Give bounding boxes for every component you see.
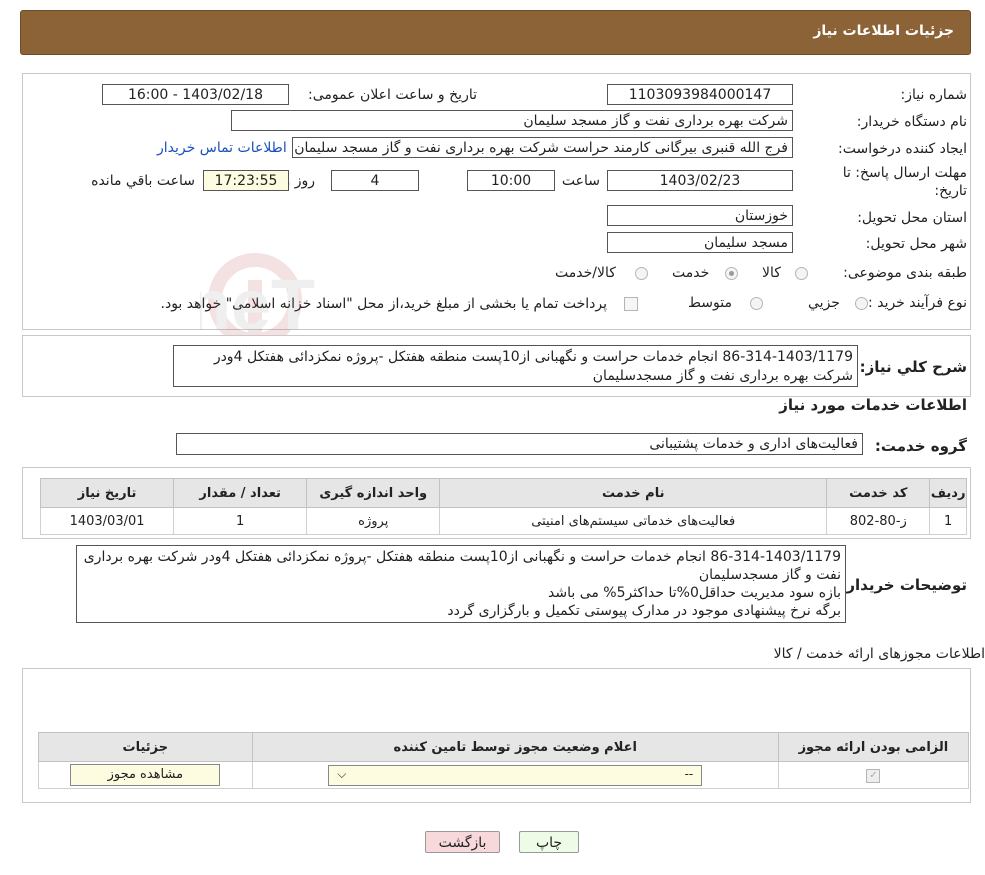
col-permit-status: اعلام وضعیت مجوز توسط تامین کننده bbox=[251, 732, 779, 762]
table-row: ✓ ⌵ -- مشاهده مجوز bbox=[38, 761, 970, 789]
cell-need-date: 1403/03/01 bbox=[39, 507, 175, 535]
buyer-notes-textarea: 86-314-1403/1179 انجام خدمات حراست و نگه… bbox=[76, 545, 846, 623]
col-quantity: تعداد / مقدار bbox=[173, 478, 308, 508]
buyer-notes-label: توضیحات خریدار: bbox=[840, 576, 967, 594]
service-group-field: فعالیت‌های اداری و خدمات پشتیبانی bbox=[176, 433, 863, 455]
buyer-notes-line-1: 86-314-1403/1179 انجام خدمات حراست و نگه… bbox=[83, 549, 841, 583]
permit-status-select[interactable]: ⌵ -- bbox=[328, 764, 703, 786]
services-table-header: ردیف کد خدمت نام خدمت واحد اندازه گیری ت… bbox=[39, 478, 967, 508]
deadline-time-field: 10:00 bbox=[467, 170, 555, 191]
need-number-field: 1103093984000147 bbox=[607, 84, 793, 105]
table-row: 1 ز-80-802 فعالیت‌های خدماتی سیستم‌های ا… bbox=[39, 507, 967, 535]
service-group-label: گروه خدمت: bbox=[874, 437, 967, 455]
permits-section-title: اطلاعات مجوزهای ارائه خدمت / کالا bbox=[773, 646, 985, 662]
purchase-type-label: نوع فرآیند خرید : bbox=[868, 295, 967, 311]
treasury-note: پرداخت تمام یا بخشی از مبلغ خرید،از محل … bbox=[160, 296, 607, 312]
cell-permit-required: ✓ bbox=[777, 761, 970, 789]
remaining-time-field: 17:23:55 bbox=[203, 170, 289, 191]
need-number-label: شماره نیاز: bbox=[900, 87, 968, 103]
col-row: ردیف bbox=[929, 478, 967, 508]
city-field: مسجد سلیمان bbox=[607, 232, 793, 253]
purchase-radio-minor[interactable] bbox=[855, 297, 868, 310]
creator-field: فرج الله قنبری بیرگانی کارمند حراست شرکت… bbox=[292, 137, 793, 158]
city-label: شهر محل تحویل: bbox=[865, 236, 967, 252]
cell-service-name: فعالیت‌های خدماتی سیستم‌های امنیتی bbox=[439, 507, 828, 535]
buyer-contact-link[interactable]: اطلاعات تماس خریدار bbox=[157, 140, 287, 156]
days-remaining-field: 4 bbox=[331, 170, 419, 191]
col-unit: واحد اندازه گیری bbox=[306, 478, 441, 508]
buyer-org-field: شرکت بهره برداری نفت و گاز مسجد سلیمان bbox=[231, 110, 793, 131]
category-radio-goods[interactable] bbox=[795, 267, 808, 280]
buyer-org-label: نام دستگاه خریدار: bbox=[856, 114, 967, 130]
treasury-bond-checkbox[interactable] bbox=[624, 297, 638, 311]
col-permit-details: جزئیات bbox=[38, 732, 253, 762]
permit-status-value: -- bbox=[684, 766, 694, 781]
category-radio-goods-service[interactable] bbox=[635, 267, 648, 280]
buyer-notes-line-2: بازه سود مدیریت حداقل0%تا حداکثر5% می با… bbox=[548, 585, 841, 601]
deadline-time-label: ساعت bbox=[561, 173, 600, 189]
cell-quantity: 1 bbox=[173, 507, 308, 535]
view-permit-button[interactable]: مشاهده مجوز bbox=[70, 764, 221, 786]
permits-table: الزامی بودن ارائه مجوز اعلام وضعیت مجوز … bbox=[38, 732, 970, 789]
page-header: جزئیات اطلاعات نیاز bbox=[20, 10, 971, 55]
province-label: استان محل تحویل: bbox=[857, 210, 967, 226]
category-option-goods: کالا bbox=[762, 265, 781, 281]
print-button[interactable]: چاپ bbox=[519, 831, 579, 853]
cell-service-code: ز-80-802 bbox=[826, 507, 931, 535]
permits-table-header: الزامی بودن ارائه مجوز اعلام وضعیت مجوز … bbox=[38, 732, 970, 762]
cell-permit-details: مشاهده مجوز bbox=[38, 761, 253, 789]
chevron-down-icon: ⌵ bbox=[337, 766, 347, 781]
services-section-title: اطلاعات خدمات مورد نیاز bbox=[779, 396, 967, 414]
buyer-notes-line-3: برگه نرخ پیشنهادی موجود در مدارک پیوستی … bbox=[447, 603, 841, 619]
category-radio-service[interactable] bbox=[725, 267, 738, 280]
col-need-date: تاریخ نیاز bbox=[39, 478, 175, 508]
province-field: خوزستان bbox=[607, 205, 793, 226]
purchase-option-minor: جزیي bbox=[808, 295, 840, 311]
category-option-service: خدمت bbox=[672, 265, 710, 281]
purchase-radio-medium[interactable] bbox=[750, 297, 763, 310]
purchase-option-medium: متوسط bbox=[688, 295, 732, 311]
announce-label: تاریخ و ساعت اعلان عمومی: bbox=[308, 87, 477, 103]
category-label: طبقه بندی موضوعی: bbox=[843, 265, 967, 281]
deadline-label-date: تاریخ: bbox=[934, 183, 967, 199]
creator-label: ایجاد کننده درخواست: bbox=[838, 141, 967, 157]
cell-row: 1 bbox=[929, 507, 967, 535]
page-title: جزئیات اطلاعات نیاز bbox=[813, 23, 954, 39]
col-service-name: نام خدمت bbox=[439, 478, 828, 508]
back-button[interactable]: بازگشت bbox=[425, 831, 500, 853]
services-table: ردیف کد خدمت نام خدمت واحد اندازه گیری ت… bbox=[39, 478, 967, 535]
permit-required-checkbox: ✓ bbox=[866, 769, 881, 783]
deadline-label: مهلت ارسال پاسخ: تا bbox=[842, 165, 967, 181]
summary-textarea: 86-314-1403/1179 انجام خدمات حراست و نگه… bbox=[173, 345, 858, 387]
cell-permit-status: ⌵ -- bbox=[251, 761, 779, 789]
category-option-goods-service: کالا/خدمت bbox=[555, 265, 616, 281]
col-permit-required: الزامی بودن ارائه مجوز bbox=[777, 732, 970, 762]
announce-datetime-field: 1403/02/18 - 16:00 bbox=[102, 84, 289, 105]
cell-unit: پروژه bbox=[306, 507, 441, 535]
summary-label: شرح کلي نياز: bbox=[859, 358, 967, 376]
deadline-date-field: 1403/02/23 bbox=[607, 170, 793, 191]
remaining-time-label: ساعت باقي مانده bbox=[91, 173, 195, 189]
col-service-code: کد خدمت bbox=[826, 478, 931, 508]
